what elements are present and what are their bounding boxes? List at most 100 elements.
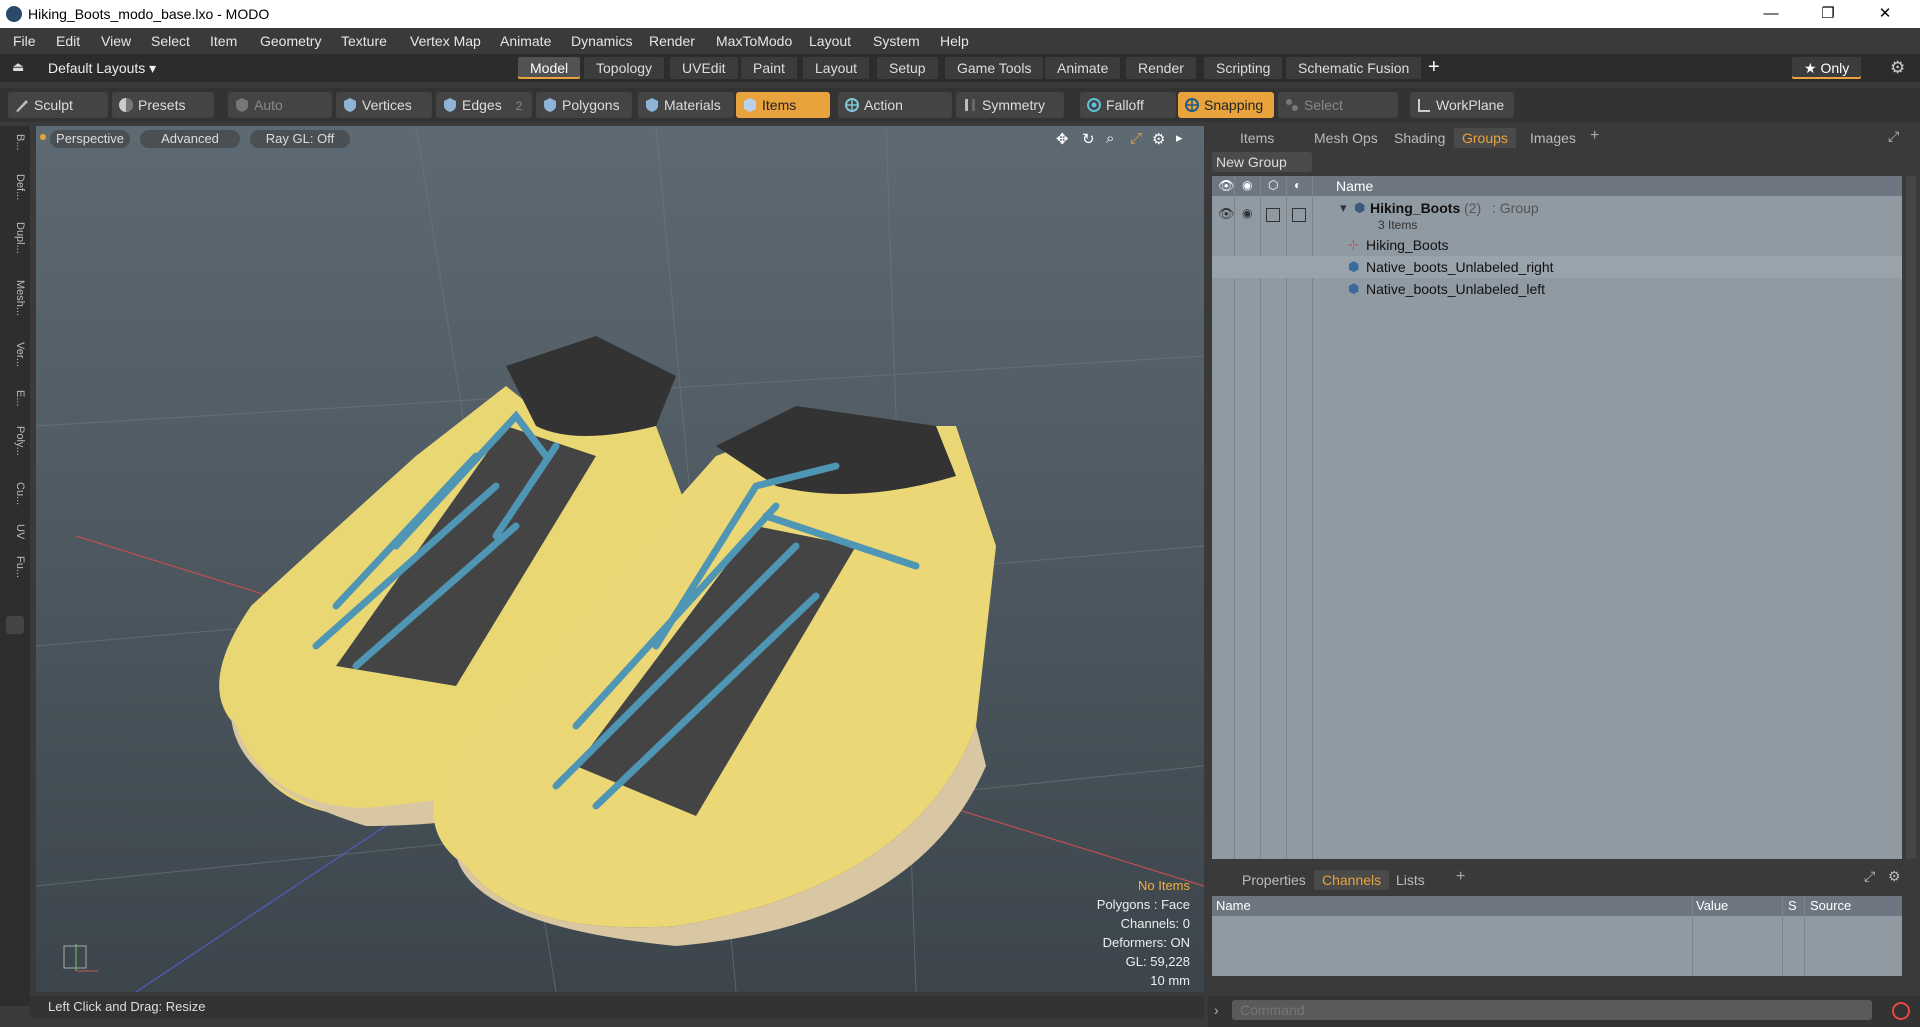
polygons-button[interactable]: Polygons (536, 92, 632, 118)
left-tab-edge[interactable]: E... (4, 390, 26, 407)
rotate-icon[interactable]: ↻ (1082, 130, 1095, 148)
viewport-expand-icon[interactable]: ▸ (1176, 130, 1183, 146)
render-toggle-icon[interactable]: ◉ (1242, 206, 1252, 220)
left-strip-toggle[interactable] (6, 616, 24, 634)
menu-texture[interactable]: Texture (341, 33, 387, 49)
tab-layout[interactable]: Layout (803, 57, 870, 79)
tab-render[interactable]: Render (1126, 57, 1196, 79)
select-header-icon[interactable]: ◐ (1294, 178, 1301, 192)
left-tab-polygon[interactable]: Poly... (4, 426, 26, 456)
tab-scripting[interactable]: Scripting (1204, 57, 1283, 79)
presets-button[interactable]: Presets F6 (112, 92, 214, 139)
tree-row-locator[interactable]: ⊹ Hiking_Boots (1212, 234, 1902, 256)
select-checkbox[interactable] (1292, 208, 1306, 222)
perspective-dropdown[interactable]: Perspective (50, 130, 130, 148)
left-tab-vertex[interactable]: Ver... (4, 342, 26, 367)
zoom-icon[interactable]: ⌕ (1106, 130, 1114, 147)
gear-icon[interactable]: ⚙ (1890, 58, 1905, 78)
action-center-button[interactable]: Action Center (838, 92, 952, 139)
symmetry-button[interactable]: Symmetry (956, 92, 1064, 118)
render-header-icon[interactable]: ◉ (1242, 178, 1252, 192)
tab-items[interactable]: Items (1232, 128, 1282, 148)
select-through-button[interactable]: Select Through (1278, 92, 1398, 139)
left-tab-curve[interactable]: Cu... (4, 482, 26, 505)
left-tab-fusion[interactable]: Fu... (4, 556, 26, 578)
workplane-button[interactable]: WorkPlane (1410, 92, 1514, 118)
tree-row-mesh[interactable]: ⬢ Native_boots_Unlabeled_left (1212, 278, 1902, 300)
tab-model[interactable]: Model (518, 57, 581, 79)
layout-collapse-icon[interactable]: ⏏ (12, 59, 24, 75)
record-icon[interactable] (1892, 1002, 1910, 1020)
minimize-button[interactable]: — (1748, 2, 1794, 26)
menu-maxtomodo[interactable]: MaxToModo (716, 33, 792, 49)
tab-setup[interactable]: Setup (877, 57, 938, 79)
left-tab-uv[interactable]: UV (4, 524, 26, 539)
fit-icon[interactable]: ⤢ (1130, 130, 1142, 147)
left-tab-mesh[interactable]: Mesh... (4, 280, 26, 316)
tab-uvedit[interactable]: UVEdit (670, 57, 738, 79)
falloff-button[interactable]: Falloff (1080, 92, 1176, 118)
command-input[interactable] (1232, 1000, 1872, 1020)
snapping-button[interactable]: Snapping (1178, 92, 1274, 118)
menu-edit[interactable]: Edit (56, 33, 80, 49)
tab-topology[interactable]: Topology (584, 57, 665, 79)
add-tab-icon[interactable]: + (1590, 127, 1599, 145)
visibility-header-icon[interactable]: 👁 (1218, 178, 1235, 194)
vertices-button[interactable]: Vertices 1 (336, 92, 432, 139)
tree-row-mesh[interactable]: ⬢ Native_boots_Unlabeled_right (1212, 256, 1902, 278)
menu-item[interactable]: Item (210, 33, 237, 49)
items-button[interactable]: Items (736, 92, 830, 118)
menu-animate[interactable]: Animate (500, 33, 551, 49)
tab-animate[interactable]: Animate (1045, 57, 1121, 79)
visibility-icon[interactable]: 👁 (1218, 206, 1235, 222)
left-tab-deform[interactable]: Def... (4, 174, 26, 200)
pan-icon[interactable]: ✥ (1056, 130, 1069, 148)
menu-help[interactable]: Help (940, 33, 969, 49)
tab-mesh-ops[interactable]: Mesh Ops (1306, 128, 1386, 148)
tree-scrollbar[interactable] (1906, 176, 1916, 859)
tab-lists[interactable]: Lists (1388, 870, 1433, 890)
bottom-expand-icon[interactable]: ⤢ (1864, 868, 1875, 885)
tree-row-group[interactable]: 👁 ◉ ▾ ⬢ Hiking_Boots (2) : Group 3 Items (1212, 198, 1902, 234)
collapse-icon[interactable]: ▾ (1340, 200, 1347, 216)
materials-button[interactable]: Materials (638, 92, 734, 118)
sculpt-button[interactable]: Sculpt (8, 92, 108, 118)
tab-game-tools[interactable]: Game Tools (945, 57, 1044, 79)
3d-viewport[interactable]: Perspective Advanced Ray GL: Off ✥ ↻ ⌕ ⤢… (36, 126, 1204, 992)
menu-dynamics[interactable]: Dynamics (571, 33, 632, 49)
close-button[interactable]: ✕ (1862, 2, 1908, 26)
advanced-dropdown[interactable]: Advanced (140, 130, 240, 148)
bottom-gear-icon[interactable]: ⚙ (1888, 868, 1901, 885)
tab-images[interactable]: Images (1522, 128, 1584, 148)
menu-geometry[interactable]: Geometry (260, 33, 321, 49)
menu-render[interactable]: Render (649, 33, 695, 49)
tab-channels[interactable]: Channels (1314, 870, 1390, 890)
menu-vertex-map[interactable]: Vertex Map (410, 33, 481, 49)
raygl-dropdown[interactable]: Ray GL: Off (250, 130, 350, 148)
tab-shading[interactable]: Shading (1386, 128, 1453, 148)
tab-paint[interactable]: Paint (741, 57, 797, 79)
lock-header-icon[interactable]: ⬡ (1268, 178, 1278, 192)
viewport-menu-dot[interactable] (40, 134, 46, 140)
add-layout-icon[interactable]: + (1428, 56, 1440, 79)
auto-select-button[interactable]: Auto Select (228, 92, 332, 139)
menu-view[interactable]: View (101, 33, 131, 49)
panel-expand-icon[interactable]: ⤢ (1888, 128, 1899, 145)
tab-schematic-fusion[interactable]: Schematic Fusion (1286, 57, 1422, 79)
viewport-gear-icon[interactable]: ⚙ (1152, 130, 1165, 148)
tab-groups[interactable]: Groups (1454, 128, 1516, 148)
maximize-button[interactable]: ❐ (1805, 2, 1851, 26)
add-bottom-tab-icon[interactable]: + (1456, 868, 1465, 886)
new-group-button[interactable]: New Group (1212, 152, 1312, 172)
left-tab-duplicate[interactable]: Dupl... (4, 222, 26, 254)
menu-layout[interactable]: Layout (809, 33, 851, 49)
menu-system[interactable]: System (873, 33, 920, 49)
left-tab-basic[interactable]: B... (4, 134, 26, 151)
only-toggle[interactable]: ★ Only (1792, 57, 1862, 79)
menu-select[interactable]: Select (151, 33, 190, 49)
tab-properties[interactable]: Properties (1234, 870, 1314, 890)
menu-file[interactable]: File (13, 33, 36, 49)
lock-checkbox[interactable] (1266, 208, 1280, 222)
edges-button[interactable]: Edges 2 (436, 92, 532, 118)
default-layouts-dropdown[interactable]: Default Layouts ▾ (48, 60, 156, 77)
